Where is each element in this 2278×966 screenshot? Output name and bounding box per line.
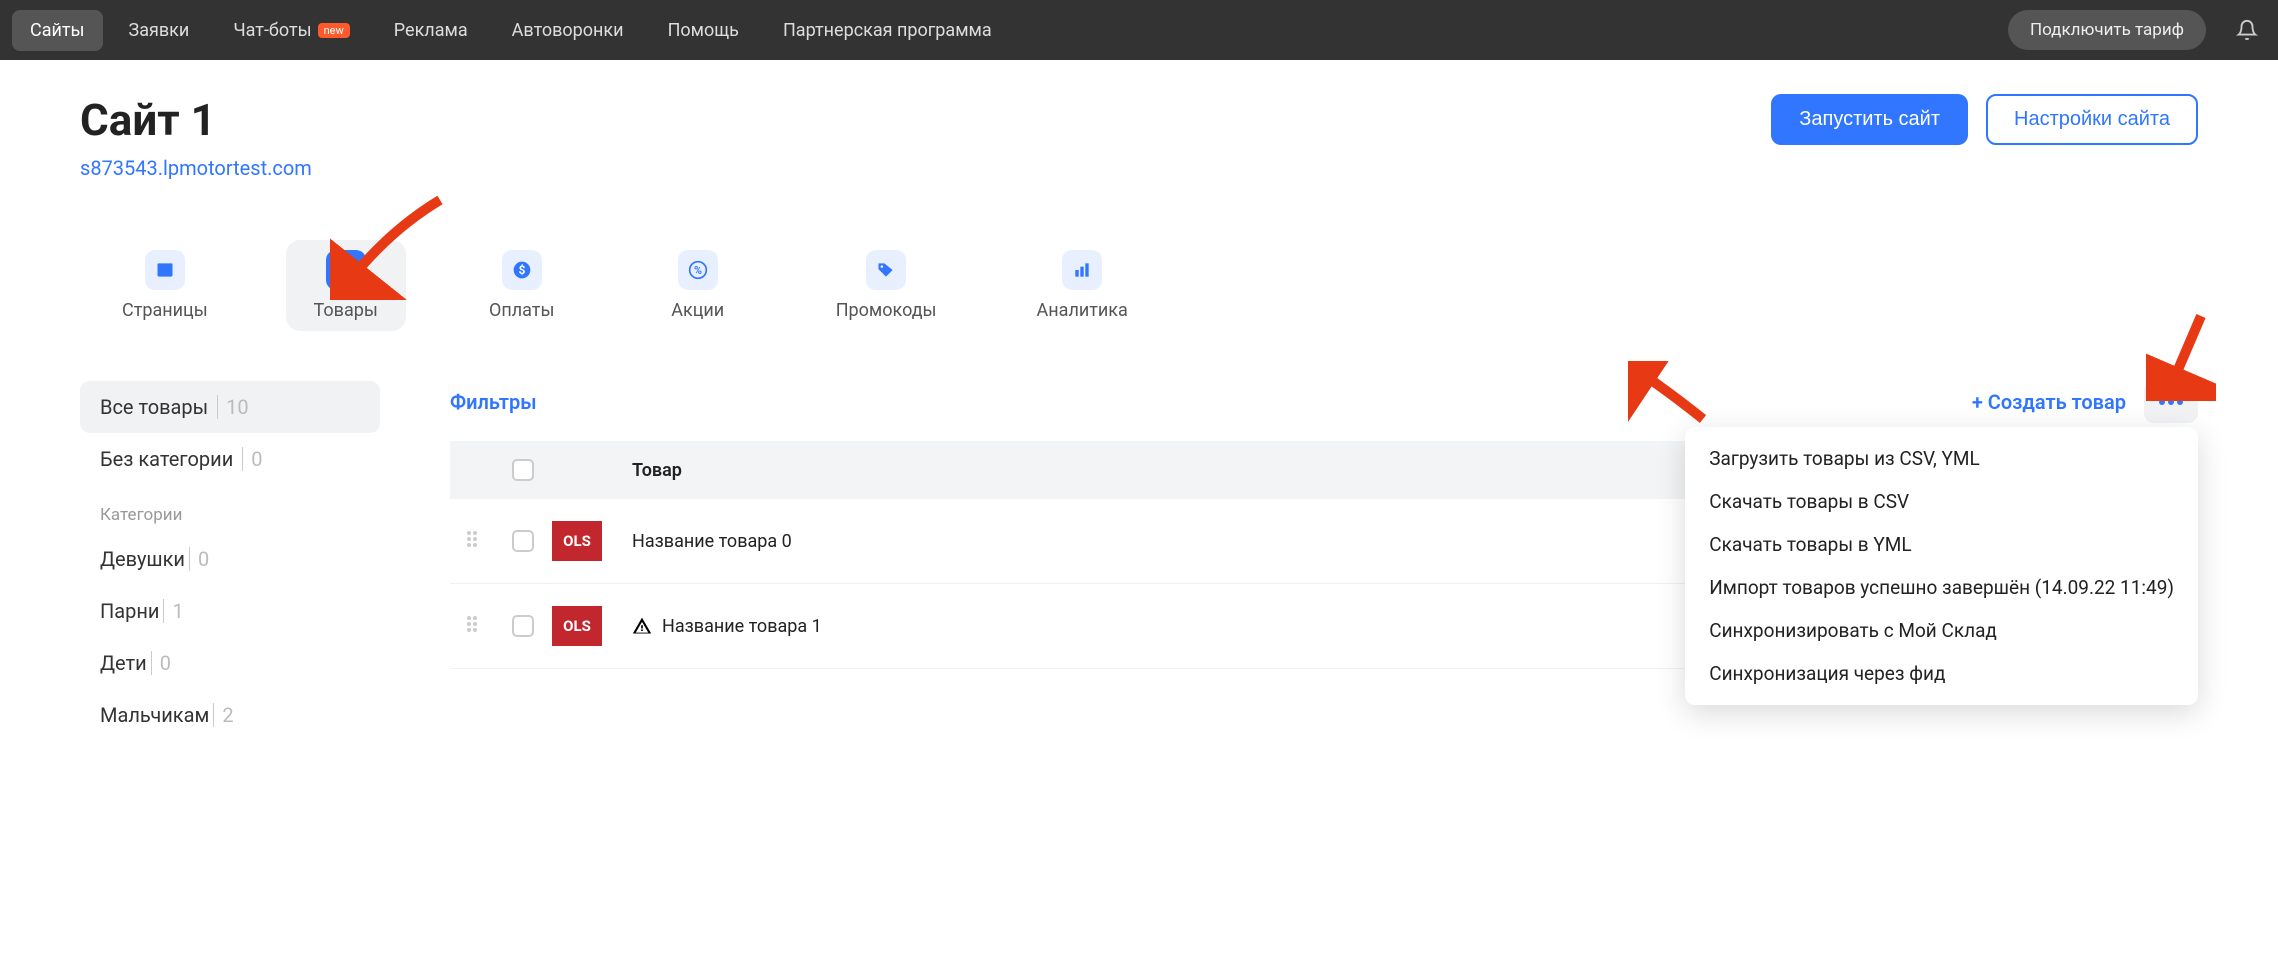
more-actions-menu: Загрузить товары из CSV, YML Скачать тов… (1685, 427, 2198, 705)
menu-import-status[interactable]: Импорт товаров успешно завершён (14.09.2… (1685, 566, 2198, 609)
sidebar-all-products[interactable]: Все товары 10 (80, 381, 380, 433)
sidebar-no-category[interactable]: Без категории 0 (80, 433, 380, 485)
sidebar-categories-heading: Категории (80, 485, 380, 533)
tab-analytics[interactable]: Аналитика (1015, 240, 1150, 331)
warning-icon (632, 616, 652, 636)
categories-sidebar: Все товары 10 Без категории 0 Категории … (80, 381, 380, 741)
sidebar-category[interactable]: Парни 1 (80, 585, 380, 637)
menu-import-csv-yml[interactable]: Загрузить товары из CSV, YML (1685, 437, 2198, 480)
site-url[interactable]: s873543.lpmotortest.com (80, 156, 312, 180)
chart-icon (1062, 250, 1102, 290)
page-header: Сайт 1 s873543.lpmotortest.com Запустить… (80, 94, 2198, 180)
more-actions-button[interactable] (2144, 381, 2198, 423)
product-thumbnail: OLS (552, 606, 602, 646)
svg-text:%: % (694, 264, 702, 277)
drag-handle-icon[interactable] (466, 530, 494, 553)
site-settings-button[interactable]: Настройки сайта (1986, 94, 2198, 145)
dollar-icon: $ (502, 250, 542, 290)
nav-partner[interactable]: Партнерская программа (765, 10, 1010, 51)
create-product-button[interactable]: + Создать товар (1972, 390, 2126, 414)
svg-text:$: $ (518, 263, 525, 277)
nav-chatbots[interactable]: Чат-боты new (215, 10, 367, 51)
products-panel: Фильтры + Создать товар Загрузить товары… (380, 381, 2198, 741)
tab-promotions[interactable]: % Акции (638, 240, 758, 331)
launch-site-button[interactable]: Запустить сайт (1771, 94, 1968, 145)
select-all-checkbox[interactable] (512, 459, 534, 481)
sidebar-category[interactable]: Дети 0 (80, 637, 380, 689)
nav-requests[interactable]: Заявки (111, 10, 208, 51)
menu-sync-feed[interactable]: Синхронизация через фид (1685, 652, 2198, 695)
notifications-icon[interactable] (2234, 17, 2260, 43)
archive-icon (326, 250, 366, 290)
site-title: Сайт 1 (80, 94, 312, 146)
sidebar-category[interactable]: Мальчикам 2 (80, 689, 380, 741)
nav-ads[interactable]: Реклама (376, 10, 486, 51)
sidebar-category[interactable]: Девушки 0 (80, 533, 380, 585)
percent-icon: % (678, 250, 718, 290)
nav-sites[interactable]: Сайты (12, 10, 103, 51)
nav-funnels[interactable]: Автоворонки (494, 10, 642, 51)
section-tabs: Страницы Товары $ Оплаты % Акции Промоко… (80, 240, 2198, 331)
drag-handle-icon[interactable] (466, 615, 494, 638)
connect-tariff-button[interactable]: Подключить тариф (2008, 10, 2206, 50)
tab-products[interactable]: Товары (286, 240, 406, 331)
folder-icon (145, 250, 185, 290)
new-badge: new (318, 23, 350, 38)
tab-promocodes[interactable]: Промокоды (814, 240, 959, 331)
tag-icon (866, 250, 906, 290)
menu-export-csv[interactable]: Скачать товары в CSV (1685, 480, 2198, 523)
product-thumbnail: OLS (552, 521, 602, 561)
page-content: Сайт 1 s873543.lpmotortest.com Запустить… (0, 60, 2278, 781)
row-checkbox[interactable] (512, 615, 534, 637)
top-nav: Сайты Заявки Чат-боты new Реклама Автово… (0, 0, 2278, 60)
row-checkbox[interactable] (512, 530, 534, 552)
tab-pages[interactable]: Страницы (100, 240, 230, 331)
menu-export-yml[interactable]: Скачать товары в YML (1685, 523, 2198, 566)
nav-help[interactable]: Помощь (650, 10, 757, 51)
filters-link[interactable]: Фильтры (450, 390, 537, 414)
dots-horizontal-icon (2158, 398, 2184, 406)
menu-sync-moysklad[interactable]: Синхронизировать с Мой Склад (1685, 609, 2198, 652)
tab-payments[interactable]: $ Оплаты (462, 240, 582, 331)
